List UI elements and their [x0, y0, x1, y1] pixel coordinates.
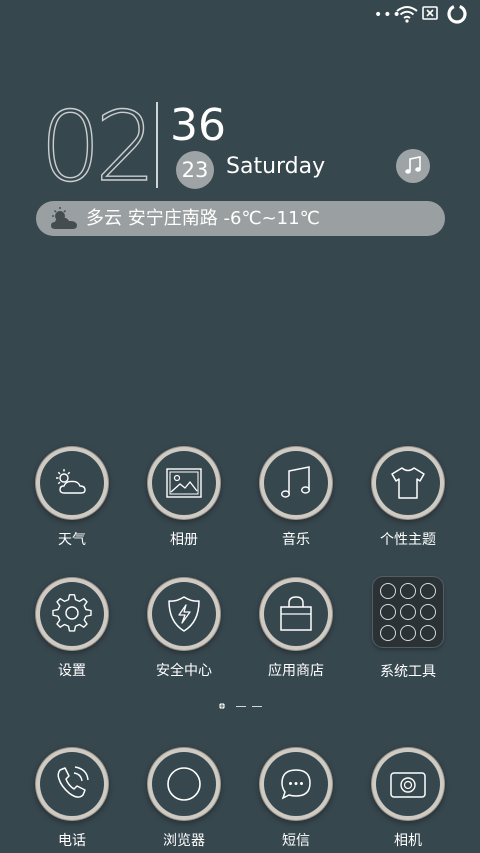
- app-label: 应用商店: [268, 663, 324, 679]
- app-security[interactable]: 安全中心: [128, 582, 240, 680]
- app-themes[interactable]: 个性主题: [352, 451, 464, 549]
- app-icon-ring: [264, 752, 328, 816]
- folder-mini-icon: [400, 625, 416, 641]
- tshirt-icon: [391, 467, 425, 499]
- no-sim-icon: [422, 6, 438, 20]
- dock-phone[interactable]: 电话: [16, 752, 128, 850]
- app-system-tools[interactable]: 系统工具: [352, 577, 464, 681]
- clock-minutes[interactable]: 36: [170, 100, 226, 152]
- browser-icon: [167, 767, 201, 801]
- page-dash: [252, 706, 262, 707]
- app-label: 电话: [58, 833, 86, 849]
- app-icon-ring: [40, 752, 104, 816]
- music-note-icon: [405, 156, 421, 174]
- app-store[interactable]: 应用商店: [240, 582, 352, 680]
- battery-ring-icon: [447, 4, 467, 24]
- folder-icon: [373, 577, 443, 647]
- music-button[interactable]: [396, 149, 430, 183]
- camera-icon: [390, 772, 426, 798]
- app-gallery[interactable]: 相册: [128, 451, 240, 549]
- clock-hours[interactable]: 02: [39, 91, 157, 202]
- dock-browser[interactable]: 浏览器: [128, 752, 240, 850]
- folder-mini-icon: [400, 604, 416, 620]
- app-icon-ring: [376, 451, 440, 515]
- folder-mini-icon: [380, 604, 396, 620]
- app-icon-ring: [40, 451, 104, 515]
- folder-mini-icon: [380, 583, 396, 599]
- weather-icon: [56, 469, 86, 494]
- weather-bar[interactable]: 多云 安宁庄南路 -6℃~11℃: [36, 201, 445, 236]
- app-icon-ring: [152, 752, 216, 816]
- folder-mini-icon: [420, 604, 436, 620]
- app-label: 个性主题: [380, 532, 436, 548]
- app-icon-ring: [264, 451, 328, 515]
- app-settings[interactable]: 设置: [16, 582, 128, 680]
- app-icon-ring: [40, 582, 104, 646]
- shield-icon: [168, 596, 200, 632]
- app-label: 相机: [394, 833, 422, 849]
- status-bar: •••: [0, 0, 480, 28]
- home-page-dot-icon: [218, 702, 226, 710]
- app-icon-ring: [152, 582, 216, 646]
- app-label: 相册: [170, 532, 198, 548]
- weather-text: 多云 安宁庄南路 -6℃~11℃: [86, 208, 320, 229]
- dock-messages[interactable]: 短信: [240, 752, 352, 850]
- app-icon-ring: [264, 582, 328, 646]
- folder-mini-icon: [420, 583, 436, 599]
- app-label: 浏览器: [163, 833, 205, 849]
- dock-camera[interactable]: 相机: [352, 752, 464, 850]
- gallery-icon: [166, 468, 202, 498]
- gear-icon: [52, 594, 92, 632]
- folder-mini-icon: [420, 625, 436, 641]
- page-dash: [236, 706, 246, 707]
- app-music[interactable]: 音乐: [240, 451, 352, 549]
- folder-mini-icon: [380, 625, 396, 641]
- phone-icon: [57, 766, 89, 798]
- folder-mini-icon: [400, 583, 416, 599]
- music-icon: [280, 466, 311, 498]
- app-label: 系统工具: [380, 664, 436, 680]
- app-label: 天气: [58, 532, 86, 548]
- date-day: 23: [176, 151, 214, 189]
- app-label: 短信: [282, 833, 310, 849]
- date-weekday: Saturday: [226, 154, 326, 179]
- shopping-bag-icon: [280, 596, 312, 631]
- app-icon-ring: [376, 752, 440, 816]
- app-label: 安全中心: [156, 663, 212, 679]
- app-weather[interactable]: 天气: [16, 451, 128, 549]
- page-indicator[interactable]: [218, 701, 268, 711]
- app-icon-ring: [152, 451, 216, 515]
- clock-divider: [156, 102, 158, 188]
- partly-cloudy-icon: [51, 207, 77, 229]
- wifi-icon: [396, 6, 418, 23]
- message-icon: [281, 769, 311, 800]
- app-label: 设置: [58, 663, 86, 679]
- app-label: 音乐: [282, 532, 310, 548]
